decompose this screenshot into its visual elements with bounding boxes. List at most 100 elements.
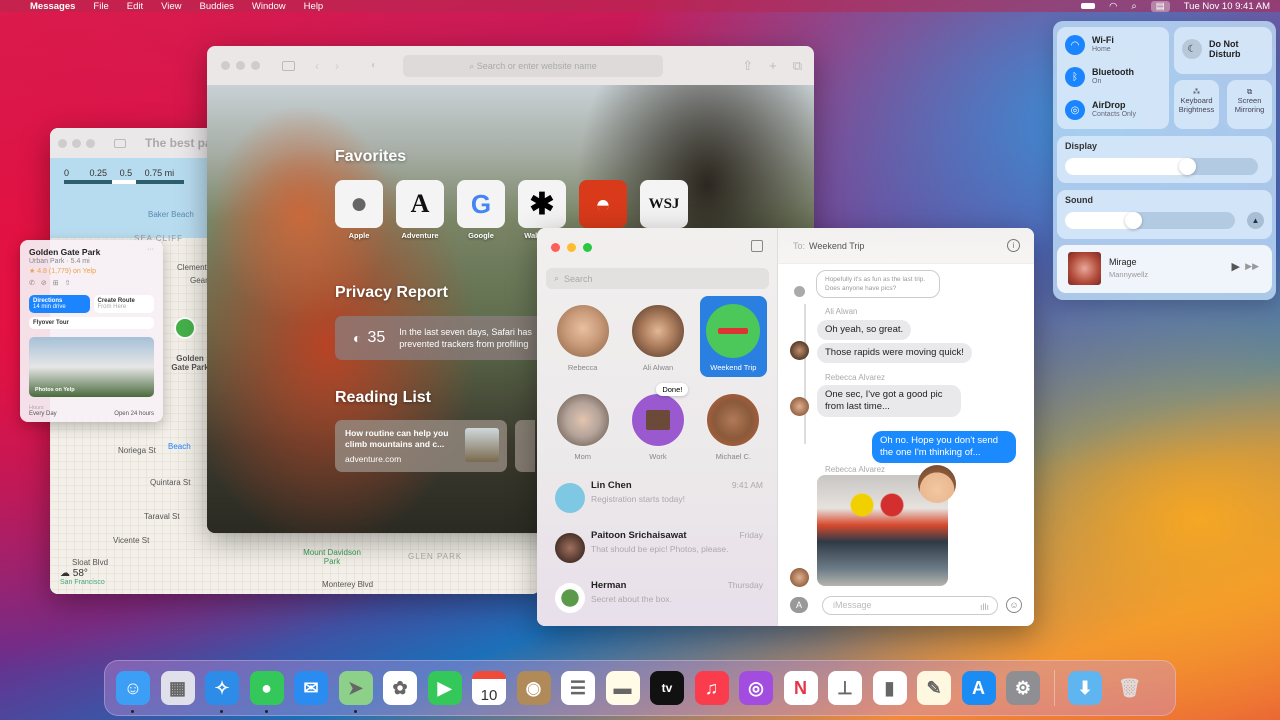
menu-view[interactable]: View [161, 1, 181, 12]
dock-photos[interactable]: ✿ [383, 671, 417, 705]
favorite-adventure[interactable]: A Adventure [396, 180, 444, 240]
dock-notes[interactable]: ▬ [605, 671, 640, 705]
dock-numbers[interactable]: ▮ [872, 671, 907, 705]
play-icon[interactable]: ▶ [1232, 260, 1240, 273]
recipient-name[interactable]: Weekend Trip [809, 241, 864, 251]
dock-app-store[interactable]: A [961, 671, 996, 705]
message-bubble[interactable]: Those rapids were moving quick! [817, 343, 972, 363]
close-button[interactable] [551, 243, 560, 252]
audio-message-icon[interactable]: ıllı [980, 599, 989, 616]
create-route-button[interactable]: Create Route From Here [93, 295, 154, 313]
wifi-icon[interactable]: ◠ [1109, 1, 1117, 12]
message-bubble-sent[interactable]: Oh no. Hope you don't send the one I'm t… [872, 431, 1016, 463]
dock-music[interactable]: ♫ [694, 671, 729, 705]
place-photo[interactable]: Photos on Yelp [29, 337, 154, 397]
conversation-herman[interactable]: Herman Secret about the box. Thursday [537, 574, 778, 622]
menu-window[interactable]: Window [252, 1, 286, 12]
minimize-button[interactable] [72, 138, 81, 148]
dock-podcasts[interactable]: ◎ [739, 671, 773, 705]
dock-finder[interactable]: ☺ [116, 671, 150, 713]
reply-quote[interactable]: Hopefully it's as fun as the last trip. … [816, 270, 940, 298]
phone-icon[interactable]: ✆ [29, 280, 41, 287]
menu-clock[interactable]: Tue Nov 10 9:41 AM [1184, 1, 1270, 12]
dock-reminders[interactable]: ☰ [561, 671, 595, 705]
sidebar-icon[interactable] [282, 60, 295, 71]
dock-pages[interactable]: ✎ [917, 671, 951, 705]
search-input[interactable]: ⌕ Search [546, 268, 769, 289]
dock-news[interactable]: N [783, 671, 818, 705]
sidebar-toggle-icon[interactable] [114, 138, 126, 148]
sound-slider[interactable] [1065, 212, 1235, 229]
dock-facetime[interactable]: ▶ [427, 671, 462, 705]
dock-mail[interactable]: ✉ [294, 671, 328, 705]
emoji-icon[interactable]: ☺ [1006, 597, 1022, 613]
dock-keynote[interactable]: ⊥ [828, 671, 862, 705]
pinned-weekend-trip[interactable]: Weekend Trip [699, 296, 767, 377]
minimize-button[interactable] [567, 243, 576, 252]
dock-system-preferences[interactable]: ⚙ [1006, 671, 1040, 705]
tabs-overview-icon[interactable]: ⧉ [793, 58, 802, 74]
more-icon[interactable]: ··· [147, 246, 154, 253]
website-icon[interactable]: ⊘ [41, 280, 53, 287]
favorite-google[interactable]: G Google [457, 180, 505, 240]
message-bubble[interactable]: Oh yeah, so great. [817, 320, 912, 340]
dock-tv[interactable]: tv [650, 671, 684, 705]
share-icon[interactable]: ⇧ [65, 280, 77, 287]
address-bar[interactable]: ⌕ Search or enter website name [403, 55, 663, 77]
dock-maps[interactable]: ➤ [338, 671, 373, 713]
info-icon[interactable]: i [1007, 239, 1020, 252]
zoom-button[interactable] [251, 61, 260, 70]
zoom-button[interactable] [583, 243, 592, 252]
battery-icon[interactable] [1081, 3, 1096, 9]
new-tab-icon[interactable]: + [769, 58, 777, 74]
dock-calendar[interactable]: 10 [472, 671, 506, 705]
forward-icon[interactable]: › [335, 59, 339, 73]
menu-app-name[interactable]: Messages [30, 1, 75, 12]
share-icon[interactable]: ⇧ [742, 58, 753, 74]
save-icon[interactable]: ⊞ [53, 280, 65, 287]
app-store-apps-icon[interactable]: A [790, 597, 808, 613]
dock-trash[interactable]: 🗑 [1113, 671, 1147, 705]
wifi-toggle[interactable]: ◠ Wi-Fi Home [1065, 35, 1114, 55]
spotlight-icon[interactable]: ⌕ [1131, 1, 1136, 12]
pinned-mom[interactable]: Mom [545, 385, 620, 466]
zoom-button[interactable] [86, 138, 95, 148]
pinned-work[interactable]: Done! Work [620, 383, 695, 466]
flyover-tour-button[interactable]: Flyover Tour [29, 317, 154, 329]
menu-help[interactable]: Help [304, 1, 324, 12]
menu-file[interactable]: File [93, 1, 108, 12]
minimize-button[interactable] [236, 61, 245, 70]
message-bubble[interactable]: One sec, I've got a good pic from last t… [817, 385, 961, 417]
reading-list-item-partial[interactable] [515, 420, 535, 472]
pinned-rebecca[interactable]: Rebecca [545, 296, 620, 377]
conversation-lin-chen[interactable]: Lin Chen Registration starts today! 9:41… [537, 474, 778, 522]
directions-button[interactable]: Directions 14 min drive [29, 295, 90, 313]
screen-mirroring-button[interactable]: ⧉ Screen Mirroring [1227, 80, 1272, 129]
dock-downloads[interactable]: ⬇ [1068, 671, 1102, 705]
menu-edit[interactable]: Edit [127, 1, 143, 12]
fast-forward-icon[interactable]: ▶▶ [1245, 261, 1259, 272]
airplay-audio-icon[interactable]: ▲ [1247, 212, 1264, 229]
close-button[interactable] [58, 138, 67, 148]
privacy-report-card[interactable]: ◐ 35 In the last seven days, Safari has … [335, 316, 555, 360]
bluetooth-toggle[interactable]: ᛒ Bluetooth On [1065, 67, 1134, 87]
park-pin-icon[interactable] [174, 317, 196, 339]
dock-messages[interactable]: ● [249, 671, 284, 713]
airdrop-toggle[interactable]: ◎ AirDrop Contacts Only [1065, 100, 1136, 120]
album-art[interactable] [1068, 252, 1101, 285]
favorite-apple[interactable]: ● Apple [335, 180, 383, 240]
pinned-ali-alwan[interactable]: Ali Alwan [620, 296, 695, 377]
keyboard-brightness-button[interactable]: ⁂ Keyboard Brightness [1174, 80, 1219, 129]
display-slider[interactable] [1065, 158, 1258, 175]
privacy-shield-icon[interactable]: ◐ [371, 60, 377, 71]
conversation-paitoon[interactable]: Paitoon Srichaisawat That should be epic… [537, 524, 778, 572]
dock-safari[interactable]: ✧ [205, 671, 239, 713]
control-center-icon[interactable]: ▤ [1150, 0, 1170, 12]
menu-buddies[interactable]: Buddies [200, 1, 234, 12]
pinned-michael[interactable]: Michael C. [696, 385, 771, 466]
compose-icon[interactable] [751, 240, 763, 252]
back-icon[interactable]: ‹ [315, 59, 319, 73]
imessage-input[interactable]: iMessage ıllı [822, 596, 998, 615]
dock-contacts[interactable]: ◉ [516, 671, 551, 705]
reading-list-item[interactable]: How routine can help you climb mountains… [335, 420, 507, 472]
